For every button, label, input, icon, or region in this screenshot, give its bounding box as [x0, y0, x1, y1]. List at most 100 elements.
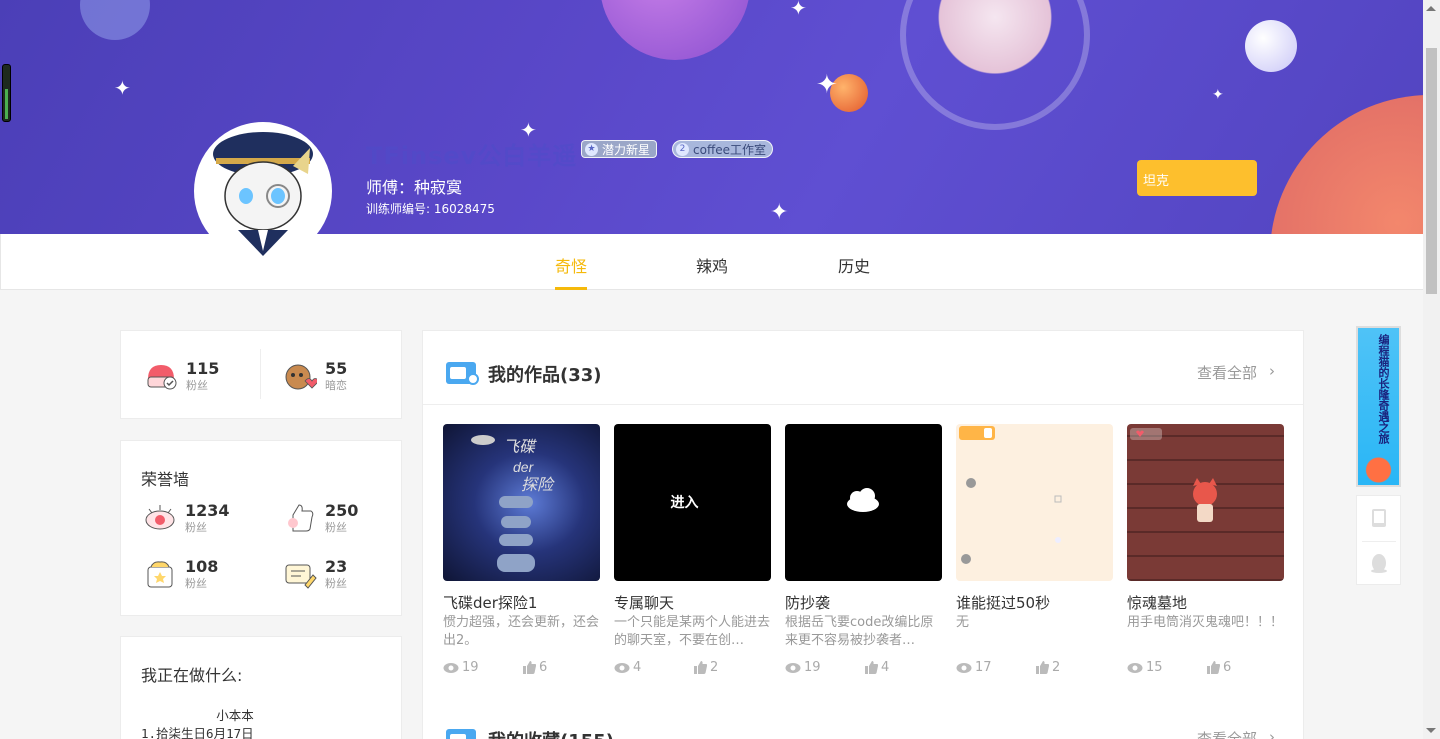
avatar[interactable] — [194, 122, 332, 260]
like-count: 4 — [864, 660, 889, 675]
studio-icon: 2 — [676, 143, 689, 156]
ghost-game-cover-icon — [1130, 428, 1217, 522]
favorites-title: 我的收藏(155) — [488, 727, 614, 739]
work-thumbnail[interactable]: 进入 — [614, 424, 771, 581]
side-toolbar — [1356, 495, 1401, 585]
work-thumbnail[interactable]: 飞碟 der 探险 — [443, 424, 600, 581]
fans-label: 粉丝 — [186, 379, 208, 392]
works-header: 我的作品(33) 查看全部 › — [423, 331, 1303, 405]
svg-text:探险: 探险 — [521, 476, 555, 494]
avatar-character-icon — [213, 132, 313, 256]
studio-badge[interactable]: 2 coffee工作室 — [672, 140, 773, 158]
work-thumbnail[interactable] — [956, 424, 1113, 581]
ad-mascot-icon — [1358, 446, 1399, 485]
telescope-decoration — [80, 0, 150, 40]
eye-icon — [1127, 663, 1143, 673]
view-count: 17 — [956, 660, 992, 675]
works-folder-icon — [446, 362, 479, 385]
eye-icon — [785, 663, 801, 673]
honor-count: 250 — [325, 501, 359, 520]
doing-panel: 我正在做什么: 小本本 1.拾柒生日6月17日 2.胚... — [120, 636, 402, 739]
scroll-down-arrow[interactable] — [1426, 728, 1436, 733]
work-title[interactable]: 防抄袭 — [785, 592, 830, 613]
tab-history[interactable]: 历史 — [838, 253, 870, 277]
thumb-up-icon — [1036, 661, 1050, 674]
favorites-folder-icon — [446, 729, 476, 739]
tab-weird[interactable]: 奇怪 — [555, 253, 587, 277]
scroll-thumb[interactable] — [1426, 48, 1437, 294]
crush-count: 55 — [325, 359, 348, 378]
mic-level-widget — [2, 64, 11, 122]
like-count: 2 — [693, 660, 718, 675]
badge-label: coffee工作室 — [693, 143, 766, 157]
work-stats: 19 6 — [443, 660, 600, 676]
honor-count: 1234 — [185, 501, 230, 520]
work-description: 根据岳飞要code改编比原来更不容易被抄袭者… — [785, 615, 934, 648]
favorites-see-all-link[interactable]: 查看全部 › — [1197, 728, 1275, 739]
chevron-right-icon: › — [1269, 728, 1275, 739]
tank-button[interactable]: 坦克 — [1137, 160, 1257, 196]
like-count: 2 — [1035, 660, 1060, 675]
like-count: 6 — [522, 660, 547, 675]
work-description: 一个只能是某两个人能进去的聊天室，不要在创… — [614, 615, 771, 648]
survival-game-cover-icon — [959, 426, 1062, 564]
mobile-icon[interactable] — [1371, 508, 1387, 528]
work-stats: 4 2 — [614, 660, 771, 676]
work-description: 无 — [956, 615, 970, 630]
work-title[interactable]: 谁能挺过50秒 — [956, 592, 1050, 613]
honor-label: 粉丝 — [325, 577, 347, 590]
potential-star-badge: ★ 潜力新星 — [581, 140, 658, 158]
honor-label: 粉丝 — [325, 521, 347, 534]
side-advertisement[interactable]: 编程猫的长隆奇遇之旅 — [1356, 326, 1401, 487]
like-count: 6 — [1206, 660, 1231, 675]
honor-label: 粉丝 — [185, 521, 207, 534]
work-stats: 17 2 — [956, 660, 1113, 676]
work-stats: 15 6 — [1127, 660, 1284, 676]
divider — [260, 349, 261, 399]
star-decoration: ✦ — [790, 0, 807, 20]
honor-count: 108 — [185, 557, 219, 576]
svg-text:der: der — [513, 459, 535, 475]
page-scrollbar[interactable] — [1423, 0, 1440, 739]
ufo-game-cover-icon: 飞碟 der 探险 — [471, 435, 555, 572]
thumb-up-icon — [865, 661, 879, 674]
work-description: 惯力超强，还会更新，还会出2。 — [443, 615, 600, 648]
scroll-up-arrow[interactable] — [1426, 6, 1436, 11]
work-description: 用手电筒消灭鬼魂吧！！！ — [1127, 615, 1284, 630]
work-title[interactable]: 惊魂墓地 — [1127, 592, 1187, 613]
fans-count: 115 — [186, 359, 220, 378]
tab-trash[interactable]: 辣鸡 — [696, 253, 728, 277]
thumb-up-icon — [523, 661, 537, 674]
master-name[interactable]: 师傅：种寂寞 — [366, 174, 462, 198]
work-title[interactable]: 专属聊天 — [614, 592, 674, 613]
work-title[interactable]: 飞碟der探险1 — [443, 592, 537, 613]
eye-icon — [956, 663, 972, 673]
view-count: 4 — [614, 660, 641, 675]
works-panel: 我的作品(33) 查看全部 › 飞碟 der 探险 飞碟der探险1 惯力超强，… — [422, 330, 1304, 739]
ad-text: 编程猫的长隆奇遇之旅 — [1377, 334, 1390, 444]
work-thumbnail[interactable] — [785, 424, 942, 581]
divider — [1362, 541, 1396, 542]
thumb-up-icon — [694, 661, 708, 674]
message-icon — [285, 564, 317, 589]
work-thumbnail[interactable] — [1127, 424, 1284, 581]
star-decoration: ✦ — [770, 200, 789, 225]
profile-tabs: 奇怪 辣鸡 历史 — [0, 234, 1423, 290]
view-count: 19 — [443, 660, 479, 675]
star-box-icon — [147, 561, 173, 588]
star-decoration: ✦ — [1212, 87, 1224, 103]
username: TFinsev公白羊遥 — [366, 142, 578, 170]
crush-icon — [285, 364, 317, 390]
honor-wall-title: 荣誉墙 — [141, 470, 190, 489]
cloud-icon — [847, 488, 879, 512]
astronaut-decoration — [900, 0, 1090, 130]
thumb-up-icon — [288, 504, 314, 532]
works-see-all-link[interactable]: 查看全部 › — [1197, 362, 1275, 383]
see-all-label: 查看全部 — [1197, 730, 1258, 739]
honor-label: 粉丝 — [185, 577, 207, 590]
view-count: 15 — [1127, 660, 1163, 675]
honor-count: 23 — [325, 557, 348, 576]
favorites-header: 我的收藏(155) 查看全部 › — [423, 719, 1303, 739]
fans-icon — [147, 365, 177, 390]
qq-penguin-icon[interactable] — [1370, 553, 1388, 573]
